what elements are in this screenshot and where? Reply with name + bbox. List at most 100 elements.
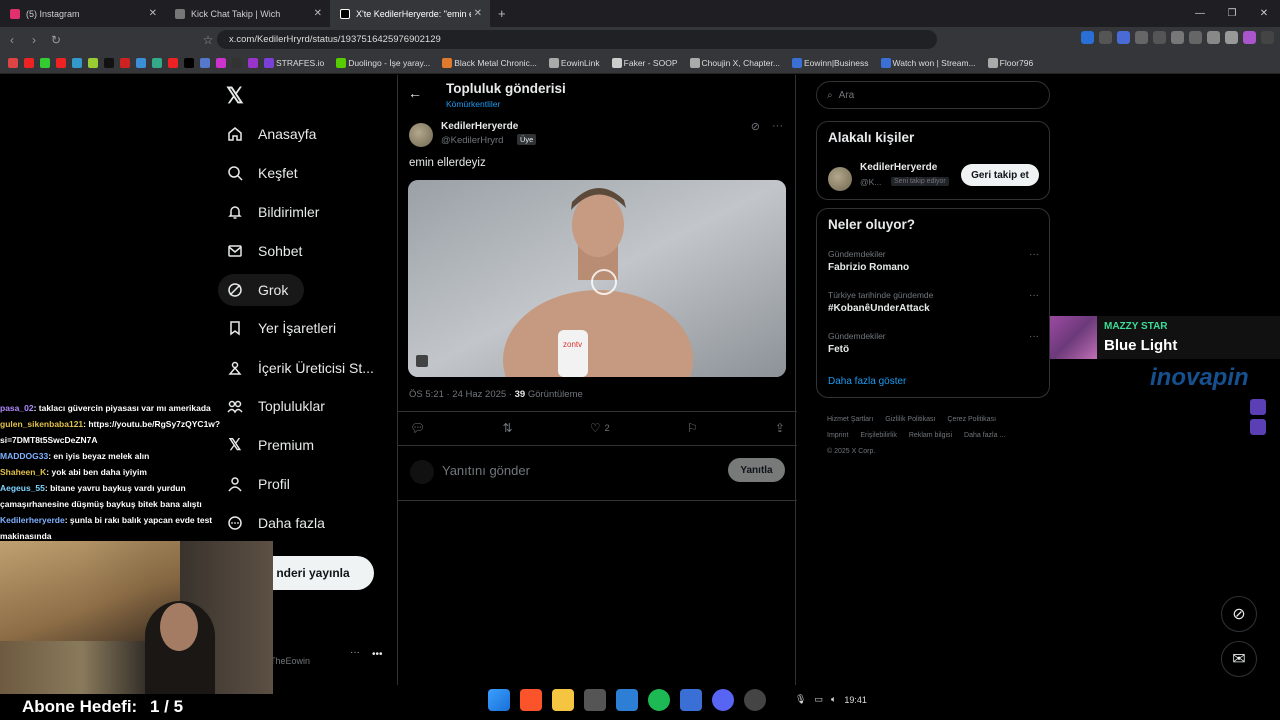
extension-icon[interactable]: [1081, 31, 1094, 44]
bookmark-watch[interactable]: Watch won | Stream...: [880, 57, 976, 68]
bookmark-choujin[interactable]: Choujin X, Chapter...: [689, 57, 780, 68]
restore-icon[interactable]: ❐: [1216, 0, 1248, 27]
extension-icon[interactable]: [1153, 31, 1166, 44]
community-link[interactable]: Kömürkentliler: [446, 99, 500, 109]
messages-fab[interactable]: ✉: [1221, 641, 1257, 677]
trend-item[interactable]: #KobanêUnderAttack: [828, 303, 930, 314]
share-icon[interactable]: ⇪: [775, 421, 785, 435]
footer-link[interactable]: Gizlilik Politikası: [885, 416, 935, 423]
app-icon[interactable]: [680, 689, 702, 711]
more-icon[interactable]: ···: [772, 120, 783, 133]
bookmark-floor796[interactable]: Floor796: [987, 57, 1033, 68]
reload-icon[interactable]: ↻: [46, 33, 66, 47]
nav-home[interactable]: Anasayfa: [218, 118, 316, 150]
folder-icon[interactable]: [552, 689, 574, 711]
windows-start-icon[interactable]: [488, 689, 510, 711]
minimize-icon[interactable]: —: [1184, 0, 1216, 27]
network-icon[interactable]: ▭: [814, 694, 823, 705]
translate-icon[interactable]: [1250, 419, 1266, 435]
new-tab-button[interactable]: +: [498, 6, 506, 21]
bookmark-duolingo[interactable]: Duolingo - İşe yaray...: [336, 57, 430, 68]
bookmark-icon[interactable]: [72, 57, 82, 68]
clock[interactable]: 19:41: [844, 695, 867, 705]
tab-kick-chat[interactable]: Kick Chat Takip | Wich ✕: [165, 0, 330, 27]
reply-input[interactable]: Yanıtını gönder: [442, 463, 530, 478]
nav-explore[interactable]: Keşfet: [218, 157, 298, 189]
like-button[interactable]: ♡ 2: [590, 421, 610, 435]
grok-fab[interactable]: ⊘: [1221, 596, 1257, 632]
volume-icon[interactable]: 🔈︎: [831, 694, 836, 705]
post-author-name[interactable]: KedilerHeryerde: [441, 121, 518, 132]
reply-icon[interactable]: 💬︎: [410, 421, 425, 435]
tool-icon[interactable]: [584, 689, 606, 711]
bookmark-icon[interactable]: [152, 57, 162, 68]
post-timestamp[interactable]: ÖS 5:21 · 24 Haz 2025 ·: [409, 389, 512, 400]
discord-icon[interactable]: [712, 689, 734, 711]
extension-icon[interactable]: [1225, 31, 1238, 44]
nav-messages[interactable]: Sohbet: [218, 235, 302, 267]
bookmark-icon[interactable]: ⚐: [687, 421, 698, 435]
more-dots-icon[interactable]: •••: [372, 649, 383, 660]
bookmark-icon[interactable]: [168, 57, 178, 68]
back-arrow-icon[interactable]: ←: [408, 85, 422, 101]
account-more-icon[interactable]: ···: [350, 647, 360, 658]
forward-icon[interactable]: ›: [24, 33, 44, 47]
url-input[interactable]: x.com/KedilerHryrd/status/19375164259769…: [217, 30, 937, 49]
more-icon[interactable]: ···: [1029, 331, 1039, 342]
back-icon[interactable]: ‹: [2, 33, 22, 47]
extension-icon[interactable]: [1189, 31, 1202, 44]
nav-creator-studio[interactable]: İçerik Üreticisi St...: [218, 352, 374, 384]
grok-icon[interactable]: ⊘: [751, 120, 760, 133]
show-more-link[interactable]: Daha fazla göster: [828, 376, 906, 387]
bookmark-icon[interactable]: [232, 57, 242, 68]
bookmark-icon[interactable]: [40, 57, 50, 68]
brave-icon[interactable]: [520, 689, 542, 711]
nav-bookmarks[interactable]: Yer İşaretleri: [218, 312, 336, 344]
bookmark-icon[interactable]: [8, 57, 18, 68]
post-media[interactable]: zontv: [408, 180, 786, 377]
bookmark-icon[interactable]: [120, 57, 130, 68]
tab-instagram[interactable]: (5) Instagram ✕: [0, 0, 165, 27]
bookmark-eowinlink[interactable]: EowinLink: [548, 57, 600, 68]
bookmark-icon[interactable]: [88, 57, 98, 68]
profile-icon[interactable]: [1243, 31, 1256, 44]
related-user-name[interactable]: KedilerHeryerde: [860, 162, 937, 173]
bookmark-icon[interactable]: [136, 57, 146, 68]
photos-icon[interactable]: [616, 689, 638, 711]
avatar[interactable]: [409, 123, 433, 147]
footer-link[interactable]: Daha fazla ...: [964, 432, 1005, 439]
more-icon[interactable]: ···: [1029, 249, 1039, 260]
bookmark-icon[interactable]: [216, 57, 226, 68]
repost-icon[interactable]: ⇅: [503, 421, 513, 435]
twitch-icon[interactable]: [1250, 399, 1266, 415]
bookmark-icon[interactable]: [104, 57, 114, 68]
extension-icon[interactable]: [1099, 31, 1112, 44]
menu-icon[interactable]: [1261, 31, 1274, 44]
x-logo-icon[interactable]: 𝕏: [226, 83, 244, 109]
bookmark-icon[interactable]: [56, 57, 66, 68]
bookmark-icon[interactable]: [184, 57, 194, 68]
extension-icon[interactable]: [1117, 31, 1130, 44]
bookmark-business[interactable]: Eowinn|Business: [791, 57, 869, 68]
bookmark-black-metal[interactable]: Black Metal Chronic...: [442, 57, 537, 68]
close-window-icon[interactable]: ✕: [1248, 0, 1280, 27]
post-author-handle[interactable]: @KedilerHryrd: [441, 135, 503, 146]
bookmark-icon[interactable]: [24, 57, 34, 68]
extension-icon[interactable]: [1171, 31, 1184, 44]
spotify-icon[interactable]: [648, 689, 670, 711]
follow-back-button[interactable]: Geri takip et: [961, 164, 1039, 186]
avatar[interactable]: [828, 167, 852, 191]
extension-icon[interactable]: [1207, 31, 1220, 44]
close-icon[interactable]: ✕: [474, 8, 482, 19]
bookmark-strafes[interactable]: STRAFES.io: [264, 57, 324, 68]
footer-link[interactable]: Reklam bilgisi: [909, 432, 952, 439]
nav-grok[interactable]: Grok: [218, 274, 305, 306]
tab-x-post[interactable]: X'te KedilerHeryerde: "emin eller ✕: [330, 0, 490, 27]
bookmark-star-icon[interactable]: ☆: [198, 33, 218, 47]
bookmark-icon[interactable]: [200, 57, 210, 68]
reply-button[interactable]: Yanıtla: [728, 458, 785, 482]
nav-notifications[interactable]: Bildirimler: [218, 196, 319, 228]
trend-item[interactable]: Fetö: [828, 344, 849, 355]
footer-link[interactable]: Erişilebilirlik: [860, 432, 897, 439]
bookmark-faker[interactable]: Faker - SOOP: [611, 57, 678, 68]
